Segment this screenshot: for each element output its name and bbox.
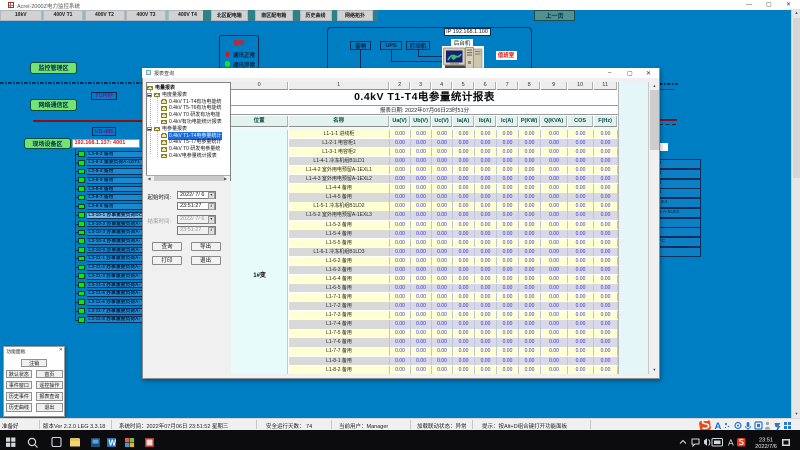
svg-text:A: A	[728, 437, 734, 447]
svg-text:23:51: 23:51	[759, 437, 773, 443]
svg-text:2022/7/6: 2022/7/6	[755, 444, 777, 449]
svg-text:W: W	[109, 438, 117, 447]
